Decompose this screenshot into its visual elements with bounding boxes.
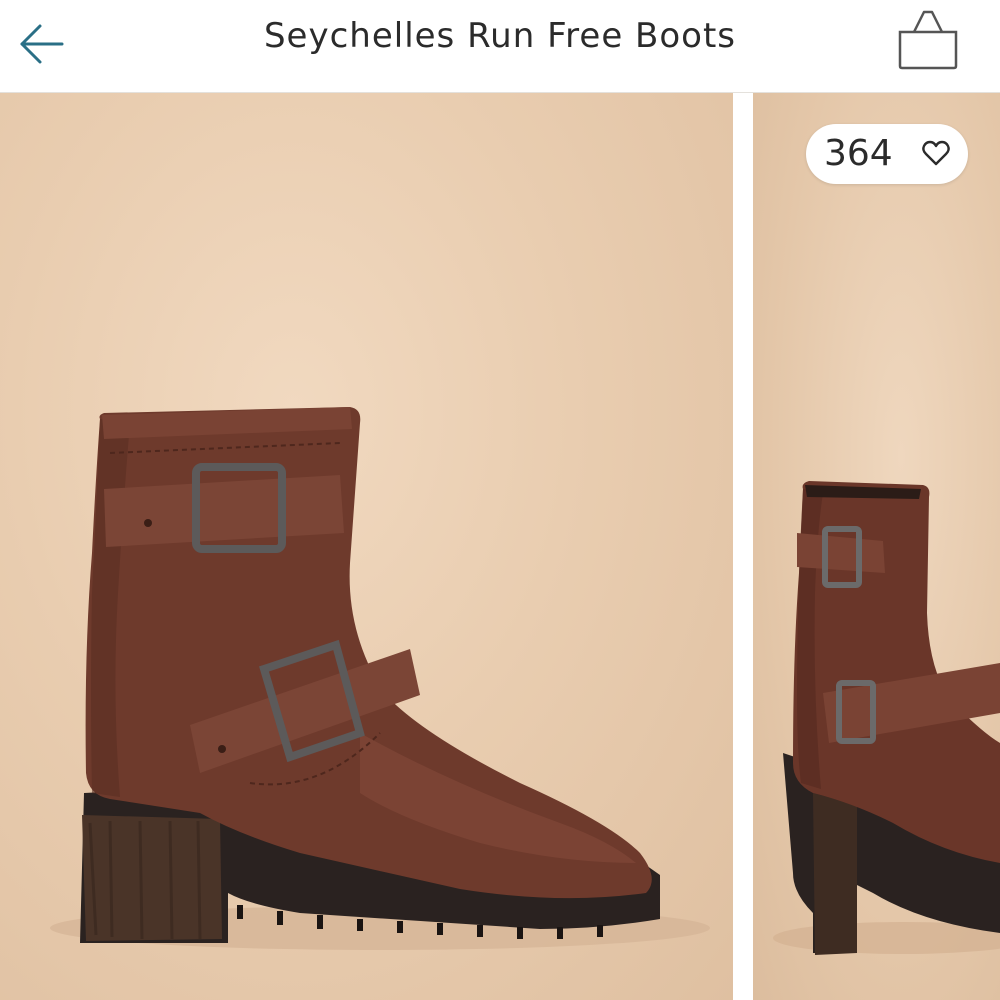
boot-illustration [50, 407, 710, 950]
likes-count: 364 [824, 133, 893, 174]
boot-illustration-second [773, 481, 1000, 955]
shopping-bag-icon [898, 10, 958, 70]
product-image-main[interactable] [0, 93, 733, 1000]
product-image-next[interactable] [753, 93, 1000, 1000]
app-header: Seychelles Run Free Boots [0, 0, 1000, 93]
heart-outline-icon [922, 140, 950, 166]
shopping-bag-button[interactable] [890, 6, 966, 72]
page-title: Seychelles Run Free Boots [263, 16, 737, 56]
product-image-carousel[interactable] [0, 93, 1000, 1000]
favorite-button[interactable] [906, 124, 966, 184]
